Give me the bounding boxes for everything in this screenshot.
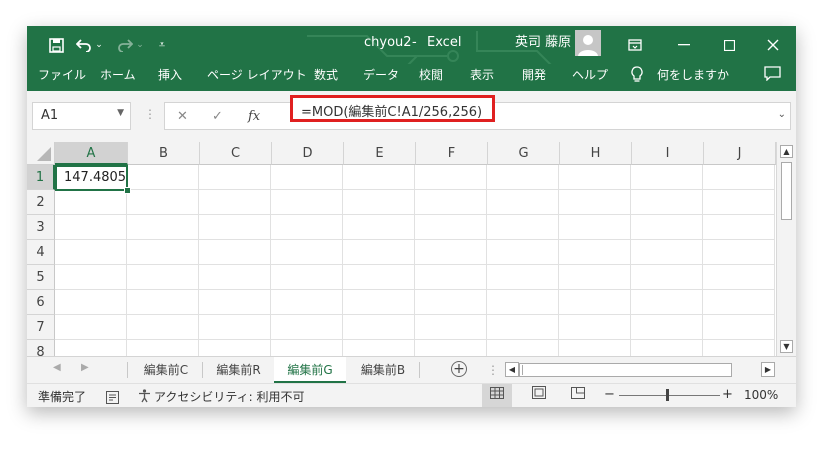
add-sheet-icon[interactable]: + bbox=[451, 361, 467, 377]
excel-window: ⌄ ⌄ ⩡ chyou2 - Excel 英司 藤原 ファイル ホーム 挿入 ペ… bbox=[27, 26, 796, 407]
sheet-tabs-bar: ◀ ▶ 編集前C 編集前R 編集前G 編集前B + ⋮ ◀ ▶ bbox=[27, 356, 796, 383]
sheet-tab-r[interactable]: 編集前R bbox=[203, 357, 274, 383]
lightbulb-icon bbox=[631, 66, 643, 87]
column-header-i[interactable]: I bbox=[632, 142, 704, 165]
sheet-tab-b[interactable]: 編集前B bbox=[347, 357, 419, 383]
maximize-icon[interactable] bbox=[714, 26, 744, 64]
row-header-2[interactable]: 2 bbox=[27, 190, 55, 215]
window-app-name: Excel bbox=[427, 35, 462, 50]
sheet-tab-c[interactable]: 編集前C bbox=[130, 357, 202, 383]
tab-view[interactable]: 表示 bbox=[470, 64, 494, 91]
tab-help[interactable]: ヘルプ bbox=[572, 64, 608, 91]
zoom-level[interactable]: 100% bbox=[744, 388, 778, 402]
minimize-icon[interactable] bbox=[669, 26, 699, 64]
cell-a1-value: 147.4805 bbox=[64, 170, 127, 185]
row-header-6[interactable]: 6 bbox=[27, 290, 55, 315]
column-header-d[interactable]: D bbox=[272, 142, 344, 165]
tab-review[interactable]: 校閲 bbox=[419, 64, 443, 91]
title-bar: ⌄ ⌄ ⩡ chyou2 - Excel 英司 藤原 bbox=[27, 26, 796, 91]
worksheet-grid: A B C D E F G H I J 1 2 3 4 5 6 7 8 147.… bbox=[27, 142, 796, 356]
page-layout-view-icon[interactable] bbox=[524, 384, 554, 407]
zoom-slider-track[interactable] bbox=[619, 395, 720, 396]
tab-data[interactable]: データ bbox=[363, 64, 399, 91]
ribbon-display-options-icon[interactable] bbox=[625, 26, 645, 64]
tab-home[interactable]: ホーム bbox=[100, 64, 136, 91]
formula-bar-splitter-icon[interactable]: ⋮ bbox=[144, 107, 156, 121]
tab-page-layout[interactable]: ページ レイアウト bbox=[207, 64, 307, 91]
formula-bar: A1 ▼ ⋮ ✕ ✓ fx ⌄ =MOD(編集前C!A1/256,256) bbox=[27, 91, 796, 142]
page-break-preview-icon[interactable] bbox=[563, 384, 593, 407]
column-header-b[interactable]: B bbox=[128, 142, 200, 165]
vertical-scrollbar[interactable]: ▲ ▼ bbox=[776, 142, 796, 356]
zoom-out-button[interactable]: − bbox=[604, 387, 615, 402]
tab-insert[interactable]: 挿入 bbox=[158, 64, 182, 91]
close-icon[interactable] bbox=[758, 26, 788, 64]
row-header-7[interactable]: 7 bbox=[27, 315, 55, 340]
formula-text: =MOD(編集前C!A1/256,256) bbox=[301, 105, 483, 120]
tab-developer[interactable]: 開発 bbox=[522, 64, 546, 91]
horizontal-scrollbar[interactable] bbox=[519, 363, 732, 377]
cancel-icon[interactable]: ✕ bbox=[177, 109, 188, 124]
row-header-4[interactable]: 4 bbox=[27, 240, 55, 265]
tab-formulas[interactable]: 数式 bbox=[314, 64, 338, 91]
horizontal-scroll-thumb[interactable] bbox=[522, 365, 731, 375]
row-header-8[interactable]: 8 bbox=[27, 340, 55, 356]
sheet-tab-g[interactable]: 編集前G bbox=[274, 357, 346, 383]
user-name[interactable]: 英司 藤原 bbox=[515, 26, 571, 64]
status-bar: 準備完了 アクセシビリティ: 利用不可 − + 100% bbox=[27, 383, 796, 407]
status-ready: 準備完了 bbox=[38, 390, 87, 404]
sheet-tab-divider bbox=[419, 362, 420, 378]
enter-icon[interactable]: ✓ bbox=[212, 109, 223, 124]
user-avatar-icon bbox=[578, 35, 598, 56]
row-header-1[interactable]: 1 bbox=[27, 165, 55, 190]
tab-splitter-icon[interactable]: ⋮ bbox=[487, 363, 499, 377]
sheet-tab-divider bbox=[127, 362, 128, 378]
comments-icon[interactable] bbox=[764, 66, 781, 85]
column-header-g[interactable]: G bbox=[488, 142, 560, 165]
column-header-f[interactable]: F bbox=[416, 142, 488, 165]
scroll-up-icon[interactable]: ▲ bbox=[780, 145, 793, 158]
vertical-scroll-thumb[interactable] bbox=[781, 162, 792, 220]
row-header-5[interactable]: 5 bbox=[27, 265, 55, 290]
tell-me-search[interactable]: 何をしますか bbox=[657, 64, 729, 91]
ribbon-tabs: ファイル ホーム 挿入 ページ レイアウト 数式 データ 校閲 表示 開発 ヘル… bbox=[27, 64, 796, 91]
redo-icon[interactable] bbox=[115, 26, 135, 64]
name-box[interactable]: A1 ▼ bbox=[32, 102, 131, 130]
sheet-prev-icon[interactable]: ◀ bbox=[53, 362, 61, 373]
tab-file[interactable]: ファイル bbox=[38, 64, 86, 91]
redo-dropdown-icon[interactable]: ⌄ bbox=[135, 26, 145, 64]
name-box-value: A1 bbox=[41, 108, 59, 123]
scroll-down-icon[interactable]: ▼ bbox=[780, 340, 793, 353]
cell-a1[interactable]: 147.4805 bbox=[55, 165, 128, 191]
column-header-c[interactable]: C bbox=[200, 142, 272, 165]
undo-icon[interactable] bbox=[74, 26, 94, 64]
cell-area[interactable] bbox=[55, 165, 775, 356]
avatar[interactable] bbox=[575, 30, 601, 56]
zoom-in-button[interactable]: + bbox=[722, 387, 733, 402]
scroll-left-icon[interactable]: ◀ bbox=[505, 362, 519, 377]
expand-formula-bar-icon[interactable]: ⌄ bbox=[778, 109, 786, 120]
normal-view-icon[interactable] bbox=[482, 384, 512, 407]
select-all-corner[interactable] bbox=[27, 142, 55, 165]
scroll-right-icon[interactable]: ▶ bbox=[761, 362, 775, 377]
status-accessibility[interactable]: アクセシビリティ: 利用不可 bbox=[154, 388, 305, 405]
column-header-a[interactable]: A bbox=[55, 142, 128, 165]
accessibility-icon[interactable] bbox=[137, 388, 152, 407]
title-separator: - bbox=[412, 35, 417, 50]
column-header-j[interactable]: J bbox=[704, 142, 776, 165]
zoom-slider-thumb[interactable] bbox=[666, 389, 669, 401]
undo-dropdown-icon[interactable]: ⌄ bbox=[94, 26, 104, 64]
row-header-3[interactable]: 3 bbox=[27, 215, 55, 240]
save-icon[interactable] bbox=[45, 26, 67, 64]
formula-text-highlighted[interactable]: =MOD(編集前C!A1/256,256) bbox=[290, 95, 495, 122]
column-header-e[interactable]: E bbox=[344, 142, 416, 165]
macro-record-icon[interactable] bbox=[106, 389, 119, 407]
insert-function-icon[interactable]: fx bbox=[248, 109, 260, 124]
chevron-down-icon[interactable]: ▼ bbox=[117, 108, 124, 118]
window-filename: chyou2 bbox=[364, 35, 412, 50]
sheet-next-icon[interactable]: ▶ bbox=[81, 362, 89, 373]
fill-handle[interactable] bbox=[124, 187, 131, 194]
customize-qat-icon[interactable]: ⩡ bbox=[155, 26, 169, 64]
column-header-h[interactable]: H bbox=[560, 142, 632, 165]
